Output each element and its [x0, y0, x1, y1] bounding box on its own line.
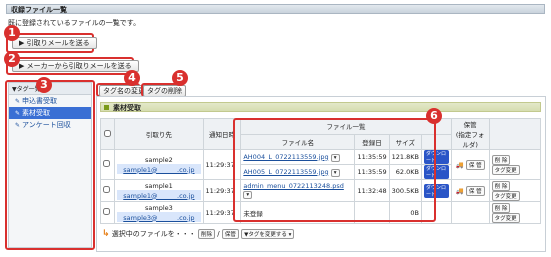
send-maker-mail-label: メーカーから引取りメールを送る	[26, 62, 132, 70]
row-checkbox[interactable]	[103, 208, 110, 215]
send-retrieval-mail-label: 引取りメールを送る	[26, 39, 90, 47]
tag-change-button[interactable]: タグ変更	[491, 190, 520, 201]
page-title: 収録ファイル一覧	[6, 4, 545, 14]
row-actions: 削 除 タグ変更	[488, 179, 542, 202]
callout-6-box	[233, 118, 436, 222]
delete-button[interactable]: 削 除	[491, 154, 511, 165]
header-actions	[488, 118, 542, 150]
callout-badge-1: 1	[4, 25, 20, 41]
play-icon: ▶	[19, 39, 27, 47]
truck-icon: 🚚	[455, 160, 464, 169]
header-recipient: 引取り先	[114, 118, 204, 150]
sidebar-item-label: 素材受取	[22, 109, 51, 117]
play-icon: ▶	[19, 62, 27, 70]
tag-icon: ✎	[15, 98, 21, 105]
tag-icon: ✎	[15, 110, 21, 117]
section-title: 素材受取	[100, 102, 541, 112]
bulk-action-bar: ↳ 選択中のファイルを・・・ 削除 / 保管 ▼タグを変更する ▾	[102, 229, 295, 239]
tag-change-select[interactable]: ▼タグを変更する ▾	[241, 229, 295, 239]
callout-badge-6: 6	[426, 108, 442, 124]
callout-badge-4: 4	[124, 70, 140, 86]
row-select	[99, 149, 116, 180]
separator-icon: /	[217, 230, 220, 238]
recipient-email[interactable]: sample1@ .co.jp	[117, 189, 201, 200]
recipient-name: sample1	[145, 181, 173, 190]
sidebar-item-application[interactable]: ✎ 申込書受取	[9, 95, 91, 107]
tag-sidebar: ▼タグ一覧 ✎ 申込書受取 ✎ 素材受取 ✎ アンケート回収	[8, 82, 92, 248]
truck-icon: 🚚	[455, 186, 464, 195]
tag-icon: ✎	[15, 122, 21, 129]
arrow-icon: ↳	[102, 229, 110, 239]
tag-change-button[interactable]: タグ変更	[491, 164, 520, 175]
row-actions: 削 除 タグ変更	[488, 201, 542, 224]
recipient-cell: sample2 sample1@ .co.jp	[114, 149, 204, 180]
sidebar-item-survey[interactable]: ✎ アンケート回収	[9, 119, 91, 131]
sidebar-item-label: アンケート回収	[22, 121, 71, 129]
row-actions: 削 除 タグ変更	[488, 149, 542, 180]
sidebar-item-material[interactable]: ✎ 素材受取	[9, 107, 91, 119]
store-cell: 🚚 保 管	[450, 149, 490, 180]
section-title-label: 素材受取	[113, 104, 141, 112]
row-checkbox[interactable]	[103, 160, 110, 167]
store-button[interactable]: 保 管	[465, 185, 485, 196]
bulk-action-text: 選択中のファイルを・・・	[111, 230, 196, 238]
callout-badge-3: 3	[36, 77, 52, 93]
recipient-cell: sample1 sample1@ .co.jp	[114, 179, 204, 202]
select-all-checkbox[interactable]	[104, 129, 112, 137]
row-select	[99, 179, 116, 202]
delete-button[interactable]: 削 除	[491, 202, 511, 213]
recipient-name: sample2	[145, 155, 173, 164]
recipient-email[interactable]: sample3@ .co.jp	[117, 211, 201, 222]
recipient-cell: sample3 sample3@ .co.jp	[114, 201, 204, 224]
recipient-name: sample3	[145, 203, 173, 212]
header-storage: 保管 (指定フォルダ)	[450, 118, 490, 150]
header-select	[99, 118, 116, 150]
store-button[interactable]: 保 管	[465, 159, 485, 170]
page-description: 既に登録されているファイルの一覧です。	[8, 19, 141, 27]
row-select	[99, 201, 116, 224]
send-retrieval-mail-button[interactable]: ▶ 引取りメールを送る	[12, 37, 97, 49]
store-cell	[450, 201, 490, 224]
sidebar-item-label: 申込書受取	[22, 97, 58, 105]
recipient-email[interactable]: sample1@ .co.jp	[117, 163, 201, 174]
delete-button[interactable]: 削 除	[491, 180, 511, 191]
bulk-delete-button[interactable]: 削除	[198, 229, 216, 239]
row-checkbox[interactable]	[103, 186, 110, 193]
callout-badge-2: 2	[4, 51, 20, 67]
section-marker-icon	[104, 105, 109, 110]
callout-badge-5: 5	[172, 70, 188, 86]
tag-change-button[interactable]: タグ変更	[491, 212, 520, 223]
send-retrieval-mail-from-maker-button[interactable]: ▶ メーカーから引取りメールを送る	[12, 60, 139, 72]
bulk-store-button[interactable]: 保管	[221, 229, 239, 239]
store-cell: 🚚 保 管	[450, 179, 490, 202]
